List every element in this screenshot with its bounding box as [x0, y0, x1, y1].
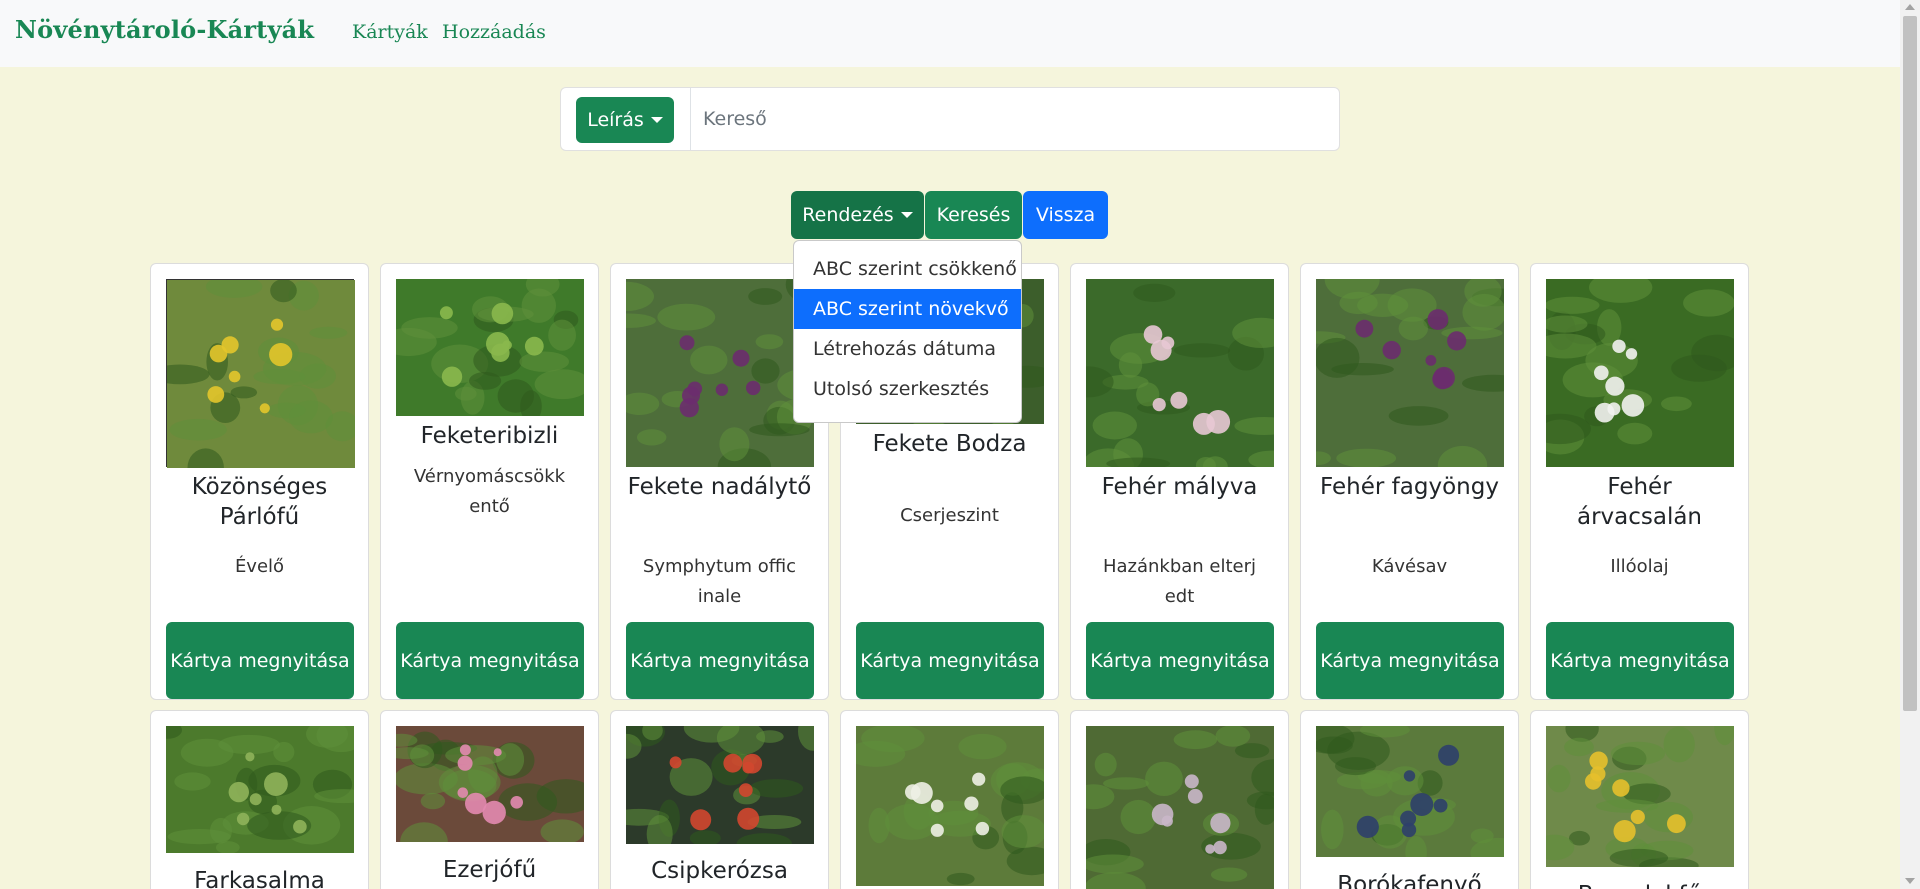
plant-image: [384, 726, 596, 862]
plant-image: [845, 724, 1057, 886]
plant-card-description: Hazánkban elterjedt: [1102, 556, 1257, 607]
plant-image: [153, 718, 368, 854]
plant-image: [1072, 725, 1288, 889]
plant-card: [840, 710, 1059, 889]
open-card-button[interactable]: Kártya megnyitása: [396, 622, 584, 699]
open-card-button[interactable]: Kártya megnyitása: [626, 622, 814, 699]
plant-image: [611, 266, 828, 485]
plant-card-title: Fekete nadálytő: [627, 474, 812, 500]
plant-image: [381, 272, 591, 423]
chevron-down-icon: [650, 117, 663, 123]
back-button[interactable]: Vissza: [1023, 191, 1108, 239]
plant-card-description: Kávésav: [1371, 556, 1448, 577]
brand-link[interactable]: Növénytároló-Kártyák: [15, 15, 314, 44]
plant-card-title: Fehér mályva: [1101, 474, 1258, 500]
plant-image: [151, 275, 359, 487]
search-field-dropdown-button[interactable]: Leírás: [576, 97, 674, 143]
plant-card-title: Borókafenyő: [1337, 872, 1482, 889]
plant-card: Feketeribizli Vérnyomáscsökkentő Kártya me…: [380, 263, 599, 700]
plant-card-title: Benedekfű: [1531, 880, 1748, 889]
sort-dropdown-menu: ABC szerint csökkenő ABC szerint növekvő…: [793, 240, 1022, 423]
sort-option-last-edited[interactable]: Utolsó szerkesztés: [794, 369, 1021, 409]
plant-card: [1070, 710, 1289, 889]
sort-button-label: Rendezés: [802, 204, 894, 226]
plant-image: [1534, 711, 1736, 875]
scroll-thumb[interactable]: [1903, 16, 1917, 711]
search-button[interactable]: Keresés: [925, 191, 1022, 239]
sort-option-created-date[interactable]: Létrehozás dátuma: [794, 329, 1021, 369]
plant-card: Csipkerózsa: [610, 710, 829, 889]
open-card-button[interactable]: Kártya megnyitása: [166, 622, 354, 699]
page-scrollbar[interactable]: [1900, 0, 1920, 889]
sort-option-abc-asc[interactable]: ABC szerint növekvő: [794, 289, 1021, 329]
scroll-down-icon[interactable]: [1905, 878, 1915, 884]
plant-card-title: Feketeribizli: [420, 423, 559, 449]
search-input[interactable]: [691, 89, 1336, 149]
plant-card: Ezerjófű: [380, 710, 599, 889]
search-field-dropdown-label: Leírás: [587, 109, 644, 131]
plant-card: Közönséges Párlófű Évelő Kártya megnyitása: [150, 263, 369, 700]
plant-card: Fehér árvacsalán Illóolaj Kártya megnyitás…: [1530, 263, 1749, 700]
nav-link-add[interactable]: Hozzáadás: [442, 21, 546, 43]
nav-link-cards[interactable]: Kártyák: [352, 21, 428, 43]
plant-card-title: Csipkerózsa: [651, 858, 788, 884]
plant-card: Farkasalma: [150, 710, 369, 889]
plant-card-title: Fehér árvacsalán: [1576, 474, 1703, 530]
plant-card-title: Fehér fagyöngy: [1320, 474, 1499, 500]
plant-card-description: Symphytum officinale: [642, 556, 797, 607]
plant-card-description: Illóolaj: [1610, 556, 1669, 577]
plant-image: [1531, 271, 1744, 467]
plant-image: [611, 711, 828, 855]
open-card-button[interactable]: Kártya megnyitása: [1546, 622, 1734, 699]
plant-card-title: Farkasalma: [194, 868, 325, 889]
sort-option-abc-desc[interactable]: ABC szerint csökkenő: [794, 249, 1021, 289]
plant-card-description: Vérnyomáscsökkentő: [413, 466, 566, 517]
plant-image: [1301, 264, 1518, 485]
open-card-button[interactable]: Kártya megnyitása: [1086, 622, 1274, 699]
scroll-up-icon[interactable]: [1905, 4, 1915, 10]
plant-card: Fehér fagyöngy Kávésav Kártya megnyitása: [1300, 263, 1519, 700]
plant-card-title: Fekete Bodza: [872, 431, 1027, 457]
plant-card-description: Évelő: [234, 556, 285, 577]
plant-card: Fehér mályva Hazánkban elterjedt Kártya me…: [1070, 263, 1289, 700]
navbar: Növénytároló-Kártyák Kártyák Hozzáadás: [0, 0, 1900, 67]
open-card-button[interactable]: Kártya megnyitása: [1316, 622, 1504, 699]
plant-card-title: Ezerjófű: [442, 857, 537, 883]
plant-card-description: Cserjeszint: [900, 505, 999, 526]
sort-button[interactable]: Rendezés: [791, 191, 924, 239]
open-card-button[interactable]: Kártya megnyitása: [856, 622, 1044, 699]
plant-image: [1071, 279, 1288, 485]
plant-card: Borókafenyő: [1300, 710, 1519, 889]
search-bar: Leírás: [560, 87, 1340, 151]
chevron-down-icon: [900, 212, 913, 218]
plant-card-title: Közönséges Párlófű: [191, 474, 328, 530]
plant-card: Benedekfű: [1530, 710, 1749, 889]
plant-image: [1302, 722, 1518, 869]
